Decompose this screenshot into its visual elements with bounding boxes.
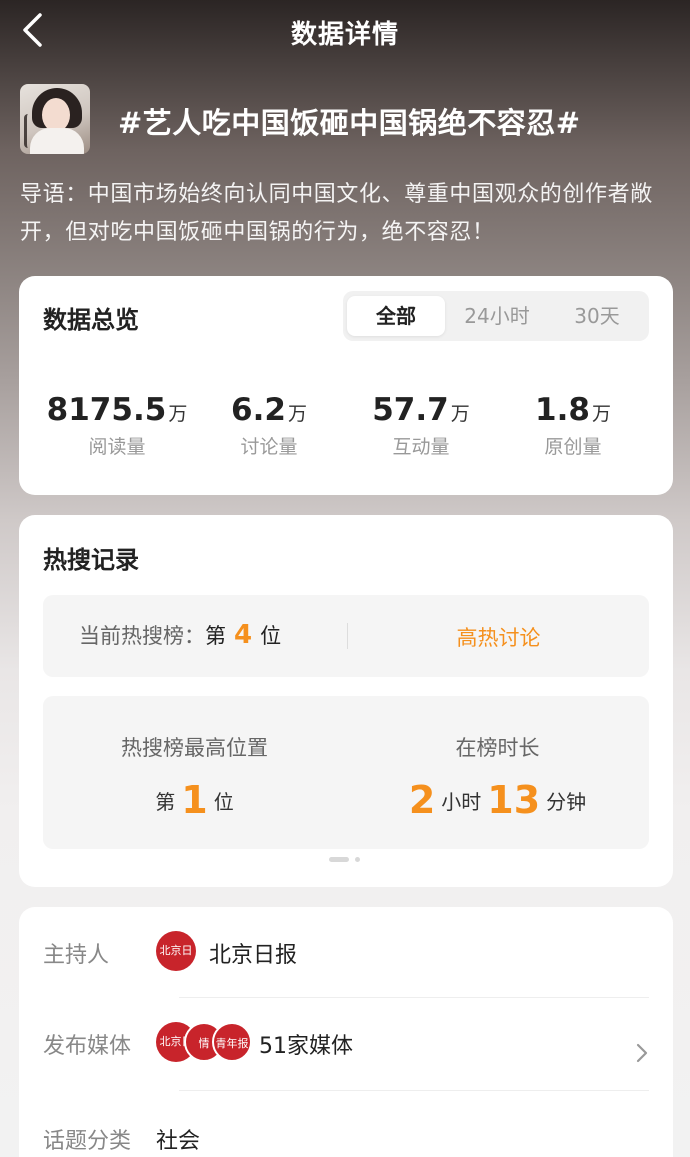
pager-dot-active (329, 857, 349, 862)
peak-rank: 热搜榜最高位置 第1位 (43, 732, 346, 822)
tab-24h[interactable]: 24小时 (447, 296, 547, 336)
overview-card: 数据总览 全部 24小时 30天 8175.5 万 阅读量 6.2 万 讨论量 57… (19, 276, 673, 495)
topic-title: #艺人吃中国饭砸中国锅绝不容忍# (118, 106, 581, 140)
host-label: 主持人 (43, 943, 110, 968)
time-range-tabs: 全部 24小时 30天 (343, 291, 649, 341)
media-label: 发布媒体 (43, 1034, 132, 1059)
current-rank-number: 4 (234, 620, 253, 650)
current-rank-label: 当前热搜榜： (79, 624, 205, 648)
stat-interactions-value: 57.7 (372, 392, 449, 428)
topic-avatar[interactable] (20, 84, 90, 154)
peak-rank-suffix: 位 (213, 790, 234, 814)
topic-header: #艺人吃中国饭砸中国锅绝不容忍# (20, 84, 670, 156)
host-logo: 北京日报 (156, 931, 196, 971)
hot-search-title: 热搜记录 (43, 546, 139, 574)
media-value: 51家媒体 (259, 1034, 353, 1059)
peak-box: 热搜榜最高位置 第1位 在榜时长 2 小时 13 分钟 (43, 696, 649, 849)
page-title: 数据详情 (290, 20, 399, 50)
peak-rank-number: 1 (181, 778, 208, 822)
stat-discussions-label: 讨论量 (240, 436, 298, 458)
category-label: 话题分类 (43, 1129, 132, 1154)
current-rank: 当前热搜榜：第 4 位 (79, 620, 281, 650)
category-value: 社会 (156, 1129, 201, 1154)
current-rank-prefix: 第 (205, 624, 226, 648)
peak-rank-prefix: 第 (155, 790, 176, 814)
stat-originals-unit: 万 (591, 403, 611, 425)
nav-bar: 数据详情 (0, 0, 690, 62)
stat-interactions-unit: 万 (450, 403, 470, 425)
stat-originals: 1.8 万 原创量 (493, 392, 653, 459)
media-logo-3: 青年报 (212, 1022, 252, 1062)
tab-all[interactable]: 全部 (347, 296, 445, 336)
stat-originals-label: 原创量 (544, 436, 602, 458)
tab-30d[interactable]: 30天 (549, 296, 645, 336)
heat-tag: 高热讨论 (456, 626, 541, 650)
duration-hours: 2 (408, 778, 436, 822)
stat-interactions-label: 互动量 (392, 436, 450, 458)
stat-reads-unit: 万 (168, 403, 188, 425)
host-value: 北京日报 (209, 943, 298, 968)
current-rank-suffix: 位 (260, 624, 282, 648)
duration-minutes: 13 (487, 778, 541, 822)
chevron-right-icon[interactable] (635, 1042, 649, 1064)
duration-hours-unit: 小时 (441, 790, 482, 814)
stat-discussions-unit: 万 (287, 403, 307, 425)
divider (179, 1090, 649, 1091)
current-rank-box: 当前热搜榜：第 4 位 高热讨论 (43, 595, 649, 677)
overview-title: 数据总览 (43, 306, 139, 334)
media-row[interactable]: 发布媒体 北京日报 情 青年报 51家媒体 (43, 1020, 649, 1091)
host-row[interactable]: 主持人 北京日报 北京日报 (43, 929, 649, 999)
stat-discussions-value: 6.2 (231, 392, 286, 428)
duration-label: 在榜时长 (455, 736, 540, 760)
stat-reads: 8175.5 万 阅读量 (37, 392, 197, 459)
hot-search-card: 热搜记录 当前热搜榜：第 4 位 高热讨论 热搜榜最高位置 第1位 在榜时长 2 小时… (19, 515, 673, 887)
stat-reads-label: 阅读量 (88, 436, 146, 458)
pager-dot (355, 857, 360, 862)
stat-originals-value: 1.8 (535, 392, 590, 428)
stat-interactions: 57.7 万 互动量 (341, 392, 501, 459)
peak-rank-label: 热搜榜最高位置 (121, 736, 268, 760)
stat-discussions: 6.2 万 讨论量 (189, 392, 349, 459)
info-card: 主持人 北京日报 北京日报 发布媒体 北京日报 情 青年报 51家媒体 话题分类… (19, 907, 673, 1157)
duration: 在榜时长 2 小时 13 分钟 (346, 732, 649, 822)
topic-intro: 导语：中国市场始终向认同中国文化、尊重中国观众的创作者敞开，但对吃中国饭砸中国锅… (20, 182, 653, 245)
category-row: 话题分类 社会 (43, 1115, 649, 1157)
stat-reads-value: 8175.5 (46, 392, 167, 428)
divider (179, 997, 649, 998)
duration-minutes-unit: 分钟 (546, 790, 587, 814)
